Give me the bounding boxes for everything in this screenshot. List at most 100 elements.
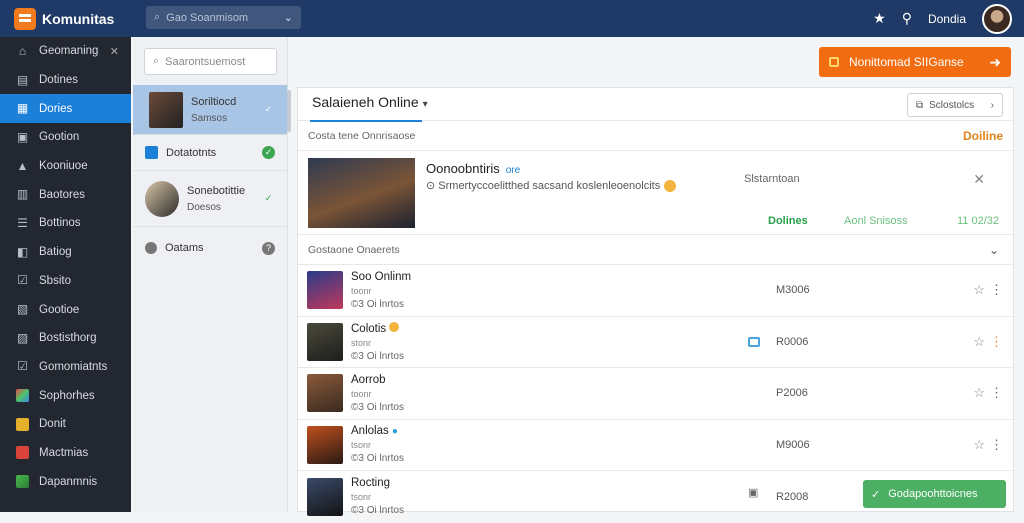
- row-meta: ©3 Oi lnrtos: [351, 505, 404, 517]
- row-sub: toonr: [351, 285, 372, 296]
- row-thumbnail: [307, 425, 343, 464]
- toast-label: Godapoohttoicnes: [888, 488, 978, 500]
- close-icon[interactable]: ✕: [973, 171, 985, 188]
- row-thumbnail: [307, 374, 343, 413]
- more-icon[interactable]: ⋮: [990, 385, 1003, 401]
- list-item[interactable]: Sonebotittie Doesos ✓: [133, 171, 287, 227]
- close-icon[interactable]: ✕: [110, 45, 119, 58]
- top-bar: Komunitas ⌕ Gao Soanmisom ⌄ ★ ⚲ Dondia: [0, 0, 1024, 37]
- section-label: Costa tene Onnrisaose: [308, 129, 416, 142]
- gem-icon: ■: [16, 389, 29, 403]
- featured-image: [308, 158, 415, 228]
- row-sub: tsonr: [351, 440, 372, 451]
- row-name: Aorrob: [351, 373, 386, 386]
- avatar[interactable]: [982, 3, 1012, 34]
- tab-online[interactable]: Salaieneh Online ▾: [310, 94, 428, 122]
- help-icon: ?: [262, 241, 275, 255]
- star-icon[interactable]: ★: [873, 10, 886, 27]
- app-logo[interactable]: Komunitas: [0, 7, 131, 30]
- row-thumbnail: [307, 477, 343, 516]
- star-icon[interactable]: ☆: [973, 282, 985, 298]
- sidebar-item-label: Bottinos: [39, 217, 81, 230]
- link-icon[interactable]: ⚲: [902, 10, 912, 27]
- sidebar-item-1[interactable]: ▤ Dotines: [0, 66, 131, 95]
- sidebar-item-5[interactable]: ▥ Baotores: [0, 180, 131, 209]
- sidebar-item-14[interactable]: ■ Mactmias: [0, 439, 131, 468]
- sidebar-item-15[interactable]: ■ Dapanmnis: [0, 467, 131, 496]
- list-item[interactable]: Dotatotnts ✓: [133, 135, 287, 171]
- sidebar-item-2[interactable]: ▦ Dories: [0, 94, 131, 124]
- sidebar-item-4[interactable]: ▲ Kooniuoe: [0, 152, 131, 181]
- list-item[interactable]: Oatams ?: [133, 227, 287, 269]
- row-value: M9006: [776, 438, 810, 451]
- chat-icon[interactable]: [748, 336, 760, 347]
- doc-icon: [145, 146, 158, 159]
- sidebar-item-8[interactable]: ☑ Sbsito: [0, 267, 131, 296]
- table-row[interactable]: Aorrob toonr ©3 Oi lnrtos P2006 ☆ ⋮: [298, 368, 1013, 420]
- item-thumbnail: [149, 91, 183, 128]
- success-toast[interactable]: ✓ Godapoohttoicnes: [863, 480, 1006, 508]
- sidebar-item-11[interactable]: ☑ Gomomiatnts: [0, 353, 131, 382]
- scrollbar[interactable]: [287, 90, 291, 132]
- status-icon: [145, 242, 157, 254]
- filter-label: Sclostolcs: [929, 99, 975, 111]
- star-icon[interactable]: ☆: [973, 385, 985, 401]
- home-icon: ⌂: [18, 43, 27, 58]
- grid-icon: ▦: [16, 101, 29, 116]
- star-icon[interactable]: ☆: [973, 334, 985, 350]
- sidebar-item-label: Gootioe: [39, 303, 80, 316]
- row-text: Anlolas ● tsonr ©3 Oi lnrtos: [351, 425, 404, 464]
- user-name[interactable]: Dondia: [928, 12, 966, 26]
- featured-stat-2: Aonl Snisoss: [844, 215, 908, 227]
- row-value: M3006: [776, 284, 810, 297]
- table-row[interactable]: Soo Onlinm toonr ©3 Oi lnrtos M3006 ☆ ⋮: [298, 265, 1013, 317]
- item-sub: Doesos: [187, 201, 221, 213]
- sidebar-item-7[interactable]: ◧ Batiog: [0, 238, 131, 267]
- more-icon[interactable]: ⋮: [990, 282, 1003, 298]
- featured-stat-1: Dolines: [768, 215, 808, 227]
- global-search[interactable]: ⌕ Gao Soanmisom ⌄: [146, 6, 301, 29]
- sidebar-item-label: Dapanmnis: [39, 475, 98, 488]
- section-status: Doiline: [962, 128, 1003, 143]
- row-value: R2008: [776, 490, 809, 503]
- featured-item[interactable]: Oonoobntiris ore ⊙ Srmertyccoelitthed sac…: [298, 151, 1013, 235]
- sidebar: ⌂ Geomaning ✕ ▤ Dotines ▦ Dories ▣ Gootion ▲ K…: [0, 37, 131, 512]
- star-icon[interactable]: ☆: [973, 437, 985, 453]
- sidebar-item-13[interactable]: ■ Donit: [0, 410, 131, 439]
- primary-cta-button[interactable]: Nonittomad SIIGanse ➜: [819, 47, 1011, 77]
- table-row[interactable]: Colotis stonr ©3 Oi lnrtos R0006 ☆ ⋮: [298, 317, 1013, 368]
- check-icon: ✓: [262, 146, 275, 159]
- row-thumbnail: [307, 271, 343, 310]
- item-name: Oatams: [165, 242, 204, 254]
- row-name-text: Colotis: [351, 322, 387, 335]
- sidebar-item-12[interactable]: ■ Sophorhes: [0, 381, 131, 410]
- search-icon: ⌕: [153, 55, 160, 67]
- sidebar-item-6[interactable]: ☰ Bottinos: [0, 209, 131, 238]
- table-row[interactable]: Anlolas ● tsonr ©3 Oi lnrtos M9006 ☆ ⋮: [298, 420, 1013, 471]
- more-icon[interactable]: ⋮: [990, 334, 1003, 350]
- section-header: Costa tene Onnrisaose Doiline: [298, 121, 1013, 151]
- row-name: Anlolas ●: [351, 425, 404, 437]
- item-text: Oatams: [165, 242, 204, 254]
- row-name-text: Anlolas: [351, 425, 389, 438]
- select-checkbox-icon[interactable]: ▣: [748, 486, 758, 499]
- list-search-input[interactable]: ⌕ Saarontsuemost: [144, 48, 277, 75]
- sidebar-item-9[interactable]: ▧ Gootioe: [0, 295, 131, 324]
- calendar-icon: ▥: [16, 187, 29, 202]
- row-text: Aorrob toonr ©3 Oi lnrtos: [351, 374, 404, 413]
- chevron-down-icon[interactable]: ⌄: [989, 243, 999, 257]
- list-icon: ☰: [17, 215, 28, 230]
- list-item[interactable]: Soriltiocd Samsos ✓: [133, 85, 287, 135]
- featured-stat-3: 11 02/32: [956, 215, 999, 227]
- sidebar-item-3[interactable]: ▣ Gootion: [0, 123, 131, 152]
- app-name: Komunitas: [42, 10, 115, 27]
- chevron-down-icon[interactable]: ⌄: [284, 11, 293, 24]
- filter-icon: ⧉: [916, 99, 924, 111]
- sidebar-item-0[interactable]: ⌂ Geomaning ✕: [0, 37, 131, 66]
- chevron-down-icon: ▾: [422, 99, 428, 110]
- sidebar-item-10[interactable]: ▨ Bostisthorg: [0, 324, 131, 353]
- section-label: Gostaone Onaerets: [308, 243, 400, 256]
- more-icon[interactable]: ⋮: [990, 437, 1003, 453]
- emoji-icon: [664, 180, 677, 193]
- filter-button[interactable]: ⧉ Sclostolcs ›: [907, 93, 1003, 117]
